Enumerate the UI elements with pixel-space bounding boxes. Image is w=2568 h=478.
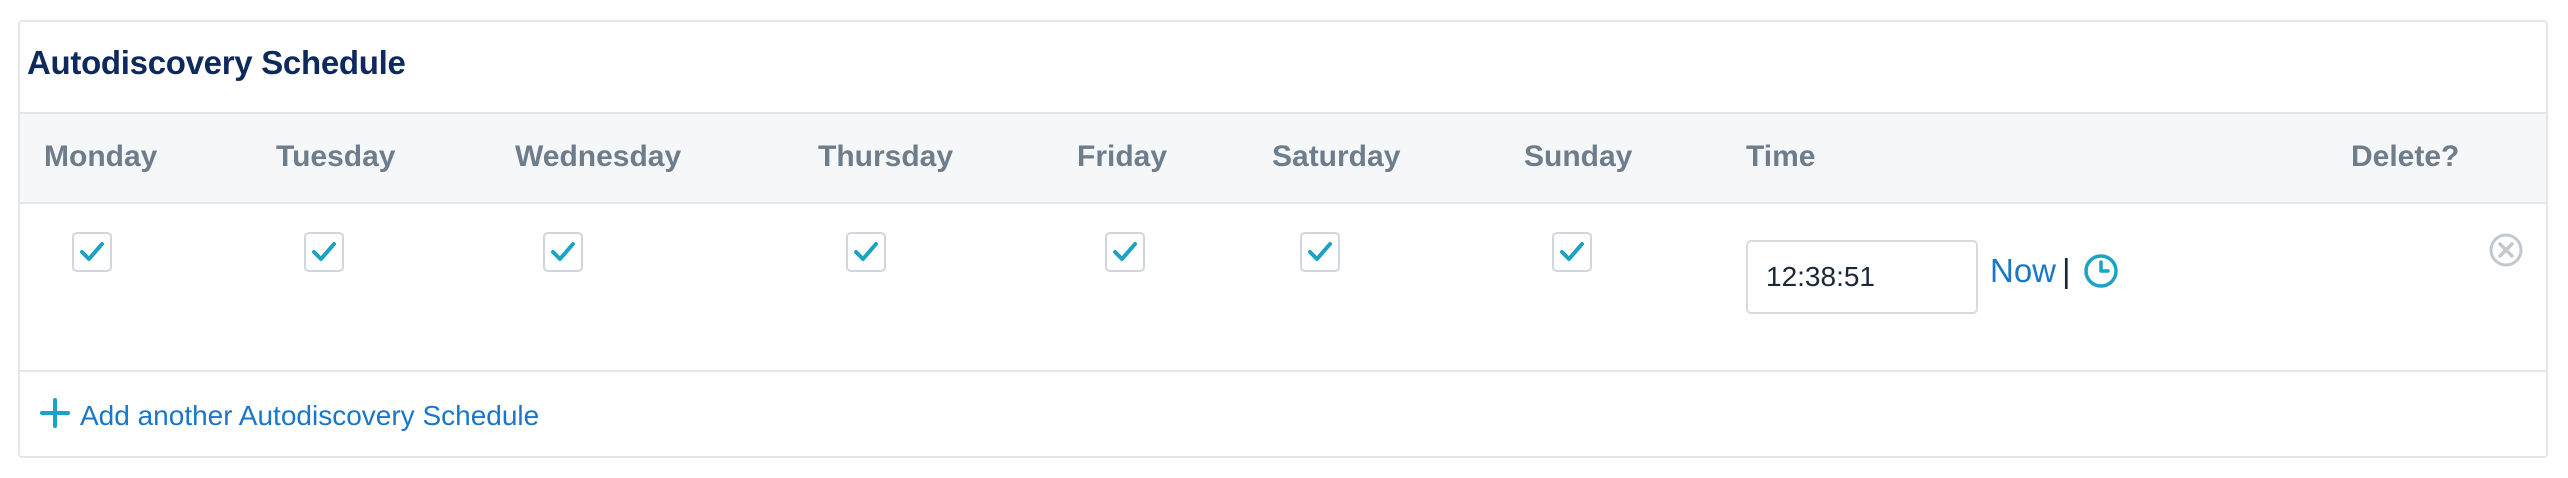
time-input[interactable] (1746, 240, 1978, 314)
checkmark-icon (1308, 242, 1332, 261)
plus-icon (40, 398, 70, 433)
checkmark-icon (312, 242, 336, 261)
friday-checkbox[interactable] (1105, 232, 1145, 272)
column-header-time: Time (1746, 140, 1816, 173)
checkmark-icon (1560, 242, 1584, 261)
panel-title: Autodiscovery Schedule (27, 44, 406, 81)
delete-row-icon[interactable] (2488, 232, 2524, 273)
now-link[interactable]: Now (1990, 252, 2056, 290)
add-schedule-link[interactable]: Add another Autodiscovery Schedule (40, 398, 539, 433)
checkmark-icon (551, 242, 575, 261)
checkmark-icon (1113, 242, 1137, 261)
column-header-sunday: Sunday (1524, 140, 1633, 173)
column-header-monday: Monday (44, 140, 158, 173)
checkmark-icon (80, 242, 104, 261)
thursday-checkbox[interactable] (846, 232, 886, 272)
column-header-tuesday: Tuesday (276, 140, 396, 173)
saturday-checkbox[interactable] (1300, 232, 1340, 272)
tuesday-checkbox[interactable] (304, 232, 344, 272)
close-circle-icon (2489, 233, 2523, 267)
schedule-panel (18, 20, 2548, 458)
monday-checkbox[interactable] (72, 232, 112, 272)
row-divider (20, 370, 2546, 372)
column-header-thursday: Thursday (818, 140, 954, 173)
separator: | (2062, 252, 2071, 289)
column-header-delete: Delete? (2351, 140, 2460, 173)
sunday-checkbox[interactable] (1552, 232, 1592, 272)
checkmark-icon (854, 242, 878, 261)
column-header-wednesday: Wednesday (515, 140, 682, 173)
clock-icon[interactable] (2082, 252, 2120, 295)
wednesday-checkbox[interactable] (543, 232, 583, 272)
column-header-friday: Friday (1077, 140, 1168, 173)
column-header-saturday: Saturday (1272, 140, 1401, 173)
add-schedule-label: Add another Autodiscovery Schedule (80, 399, 540, 431)
